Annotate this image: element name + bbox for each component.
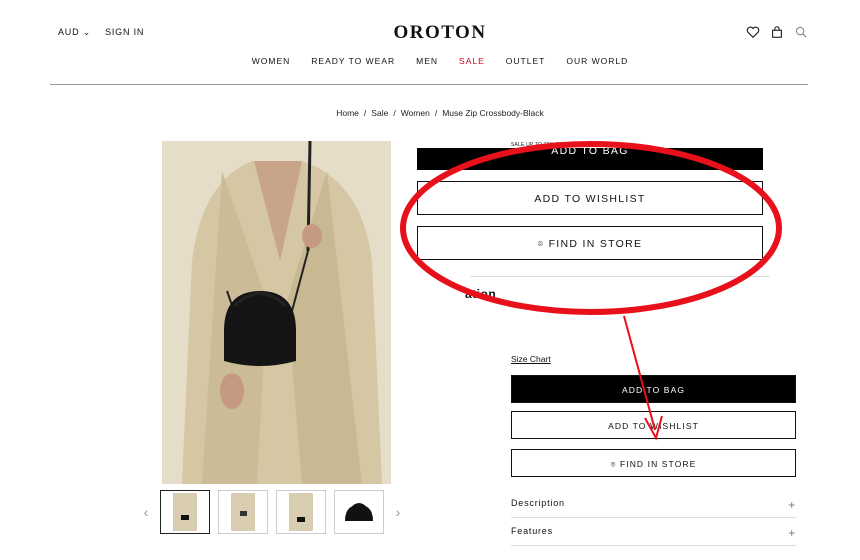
annotation-overlay	[400, 141, 782, 441]
highlight-ellipse	[400, 141, 782, 315]
annotation-arrow-line	[623, 315, 656, 431]
